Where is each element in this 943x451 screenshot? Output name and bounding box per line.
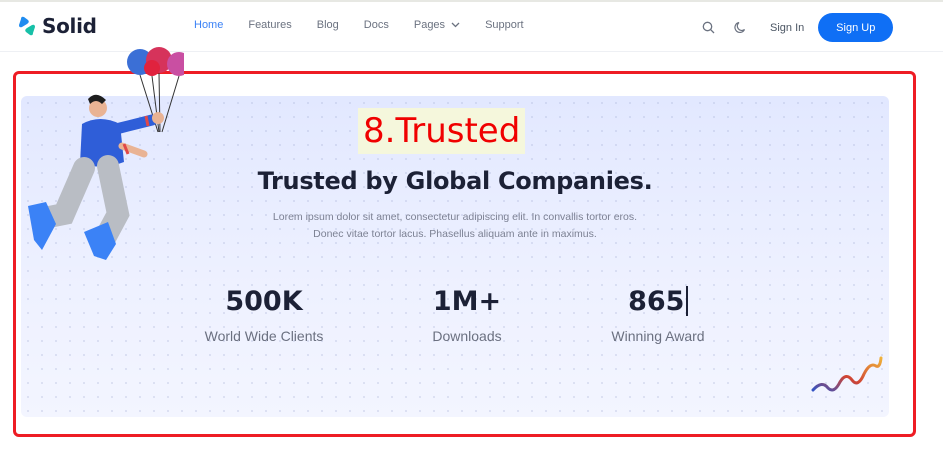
nav-item-features[interactable]: Features <box>248 19 291 31</box>
annotation-label: 8.Trusted <box>358 108 526 154</box>
logo[interactable]: Solid <box>18 14 97 38</box>
nav-label: Home <box>194 19 224 31</box>
nav-label: Features <box>248 19 292 31</box>
stat-awards: 865 Winning Award <box>558 284 758 344</box>
section-description-line-1: Lorem ipsum dolor sit amet, consectetur … <box>272 211 638 223</box>
squiggle-decoration <box>811 356 883 392</box>
logo-icon <box>18 16 36 36</box>
main-nav: Home Features Blog Docs Pages Support <box>194 19 549 31</box>
nav-item-blog[interactable]: Blog <box>317 19 339 31</box>
nav-actions: Sign In Sign Up <box>700 13 894 42</box>
nav-label: Blog <box>316 19 339 31</box>
section-title: Trusted by Global Companies. <box>257 167 653 195</box>
chevron-down-icon <box>451 19 460 31</box>
nav-item-pages[interactable]: Pages <box>414 19 460 31</box>
stat-label: World Wide Clients <box>204 328 324 344</box>
sign-in-link[interactable]: Sign In <box>770 22 804 34</box>
stat-label: Winning Award <box>611 328 705 344</box>
nav-item-docs[interactable]: Docs <box>364 19 389 31</box>
stat-label: Downloads <box>432 328 502 344</box>
nav-label: Support <box>485 19 524 31</box>
stat-value: 500K <box>225 286 303 317</box>
nav-item-support[interactable]: Support <box>485 19 524 31</box>
stat-downloads: 1M+ Downloads <box>367 284 567 344</box>
stat-value-wrap: 865 <box>558 284 758 320</box>
sign-up-button[interactable]: Sign Up <box>818 13 894 42</box>
nav-label: Pages <box>413 19 446 31</box>
nav-label: Docs <box>363 19 389 31</box>
text-cursor <box>686 286 688 316</box>
stat-value: 1M+ <box>432 286 502 317</box>
stat-value: 865 <box>628 286 685 317</box>
section-description-line-2: Donec vitae tortor lacus. Phasellus aliq… <box>313 228 597 240</box>
theme-moon-icon[interactable] <box>732 20 748 36</box>
nav-item-home[interactable]: Home <box>194 19 223 31</box>
search-icon[interactable] <box>700 20 716 36</box>
brand-name: Solid <box>42 14 97 38</box>
stat-clients: 500K World Wide Clients <box>164 284 364 344</box>
